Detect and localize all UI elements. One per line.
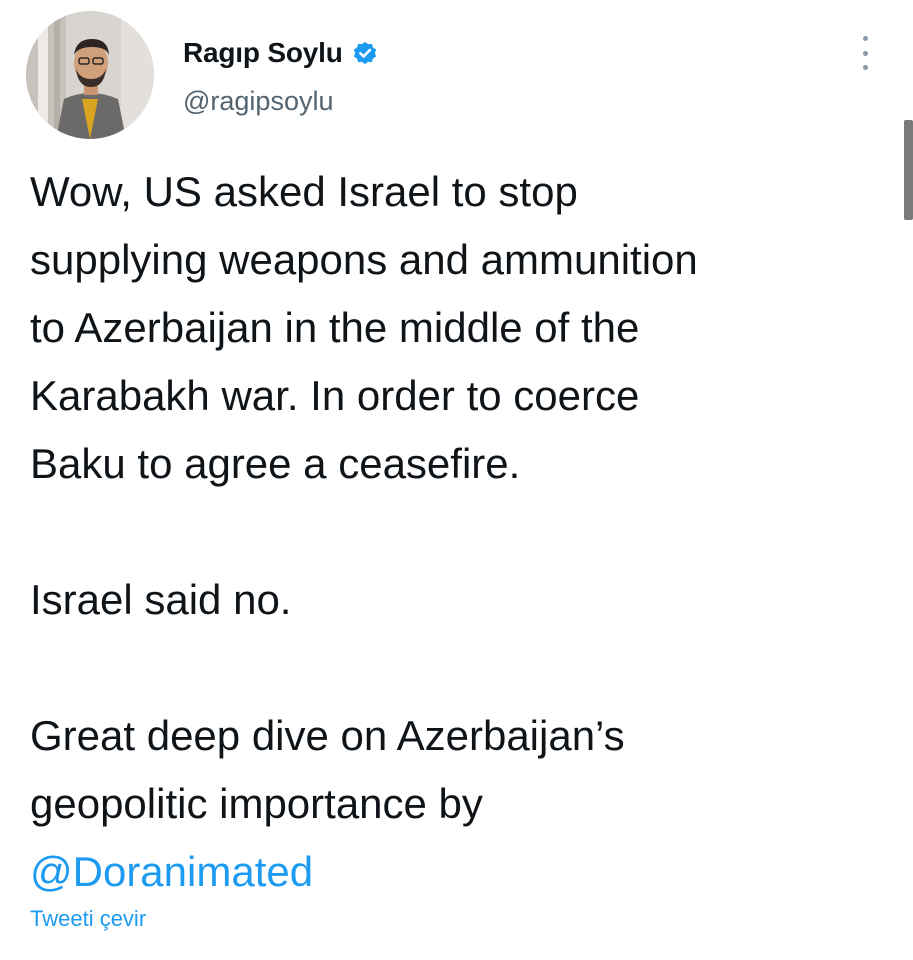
- author-name-row[interactable]: Ragıp Soylu: [183, 36, 379, 70]
- tweet-line: Baku to agree a ceasefire.: [30, 440, 521, 487]
- tweet-paragraph-2: Israel said no.: [30, 566, 890, 634]
- tweet-line: Karabakh war. In order to coerce: [30, 372, 640, 419]
- mention-link[interactable]: @Doranimated: [30, 848, 313, 895]
- tweet-line: geopolitic importance by: [30, 780, 483, 827]
- tweet-paragraph-3: Great deep dive on Azerbaijan’s geopolit…: [30, 702, 890, 906]
- avatar-photo-icon: [26, 11, 154, 139]
- verified-badge-icon: [351, 39, 379, 67]
- tweet-line: to Azerbaijan in the middle of the: [30, 304, 640, 351]
- tweet-line: Wow, US asked Israel to stop: [30, 168, 578, 215]
- translate-tweet-link[interactable]: Tweeti çevir: [30, 906, 146, 932]
- more-dot: [862, 65, 868, 70]
- author-handle[interactable]: @ragipsoylu: [183, 86, 333, 117]
- tweet-line: Israel said no.: [30, 576, 292, 623]
- scrollbar-thumb[interactable]: [904, 120, 913, 220]
- tweet-paragraph-1: Wow, US asked Israel to stop supplying w…: [30, 158, 890, 498]
- tweet-card: Ragıp Soylu @ragipsoylu Wow, US asked Is…: [0, 0, 913, 960]
- author-avatar[interactable]: [26, 11, 154, 139]
- tweet-line: Great deep dive on Azerbaijan’s: [30, 712, 625, 759]
- more-dot: [862, 50, 868, 56]
- more-dot: [862, 36, 868, 41]
- author-display-name[interactable]: Ragıp Soylu: [183, 37, 343, 69]
- more-options-icon[interactable]: [853, 36, 877, 70]
- tweet-line: supplying weapons and ammunition: [30, 236, 698, 283]
- tweet-text: Wow, US asked Israel to stop supplying w…: [30, 158, 890, 906]
